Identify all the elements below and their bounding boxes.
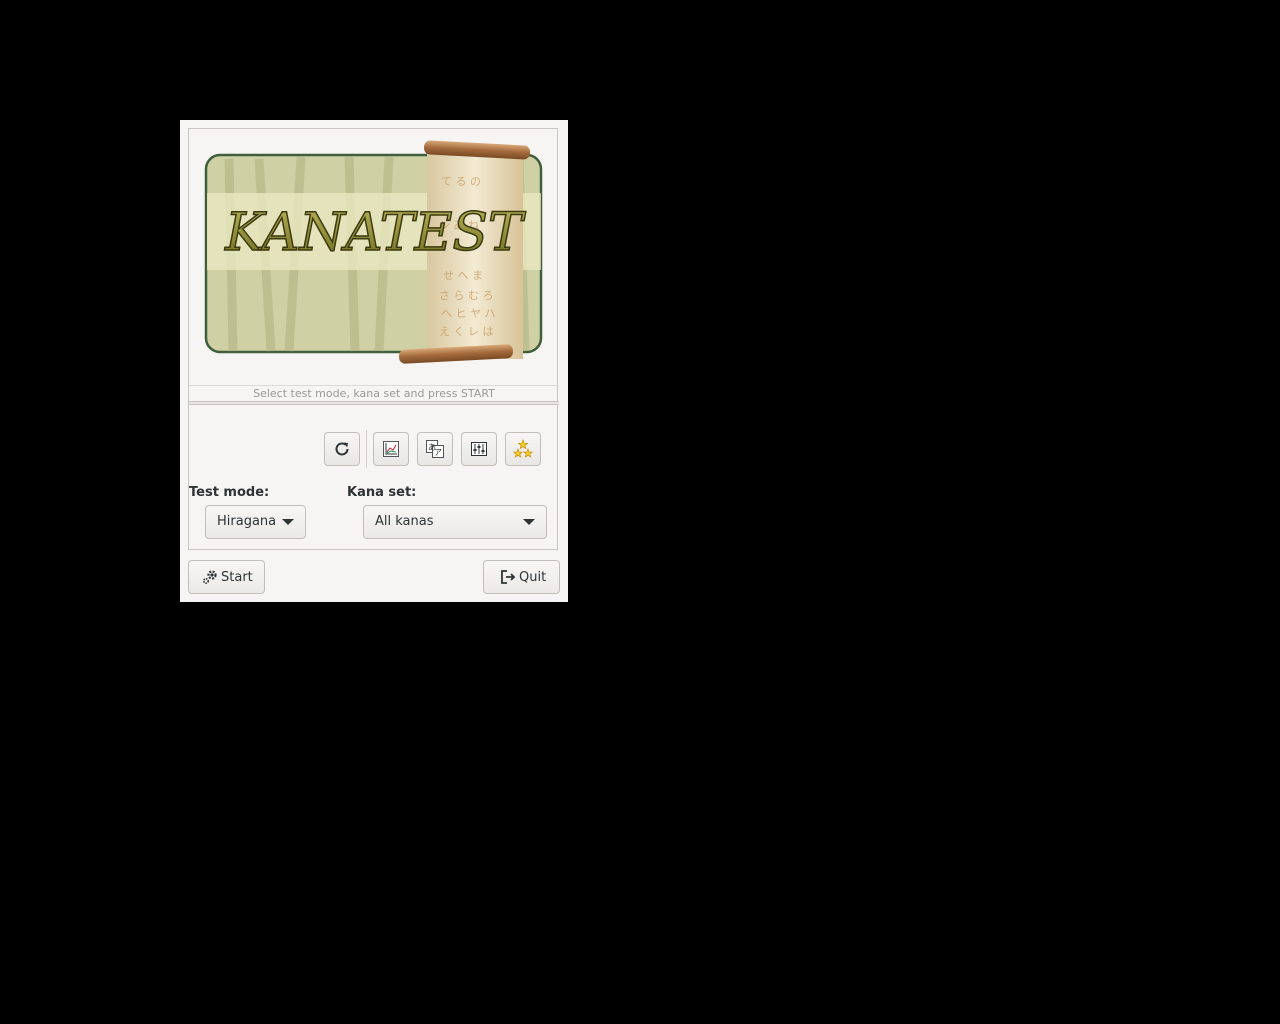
test-mode-label: Test mode: xyxy=(189,485,270,500)
svg-text:さ ら む ろ: さ ら む ろ xyxy=(439,289,494,302)
statistics-button[interactable] xyxy=(373,432,409,466)
chevron-down-icon xyxy=(523,519,535,525)
svg-text:ヘ ヒ ヤ ハ: ヘ ヒ ヤ ハ xyxy=(441,307,496,320)
start-label: Start xyxy=(221,569,253,585)
settings-icon xyxy=(471,442,487,456)
about-stars-icon xyxy=(513,439,533,458)
refresh-button[interactable] xyxy=(324,432,360,466)
kana-set-dropdown[interactable]: All kanas xyxy=(363,505,547,539)
logout-icon xyxy=(501,570,516,584)
kana-table-button[interactable]: あ ア xyxy=(417,432,453,466)
chevron-down-icon xyxy=(282,519,294,525)
quit-label: Quit xyxy=(519,569,547,585)
refresh-icon xyxy=(335,442,349,456)
quit-button[interactable]: Quit xyxy=(483,560,560,594)
pane-separator[interactable] xyxy=(189,401,559,405)
main-window: て る の シ ゐ ね せ へ ま さ ら む ろ ヘ ヒ ヤ ハ え く レ … xyxy=(180,120,568,602)
logo-text: KANATEST xyxy=(224,203,526,263)
gears-icon xyxy=(202,570,217,585)
start-button[interactable]: Start xyxy=(188,560,265,594)
svg-text:て る の: て る の xyxy=(441,175,481,188)
svg-text:ア: ア xyxy=(434,448,442,457)
svg-text:せ へ ま: せ へ ま xyxy=(443,269,483,282)
logo-banner: て る の シ ゐ ね せ へ ま さ ら む ろ ヘ ヒ ヤ ハ え く レ … xyxy=(189,129,559,386)
about-button[interactable] xyxy=(505,432,541,466)
kana-set-value: All kanas xyxy=(375,514,434,529)
toolbar-separator xyxy=(366,430,367,468)
kana-table-icon: あ ア xyxy=(426,440,444,458)
settings-button[interactable] xyxy=(461,432,497,466)
statistics-icon xyxy=(383,441,399,457)
test-mode-dropdown[interactable]: Hiragana xyxy=(205,505,306,539)
kana-set-label: Kana set: xyxy=(347,485,417,500)
status-bar: Select test mode, kana set and press STA… xyxy=(189,385,559,401)
test-mode-value: Hiragana xyxy=(217,514,277,529)
svg-text:え く レ は: え く レ は xyxy=(439,325,494,338)
content-frame: て る の シ ゐ ね せ へ ま さ ら む ろ ヘ ヒ ヤ ハ え く レ … xyxy=(188,128,559,550)
